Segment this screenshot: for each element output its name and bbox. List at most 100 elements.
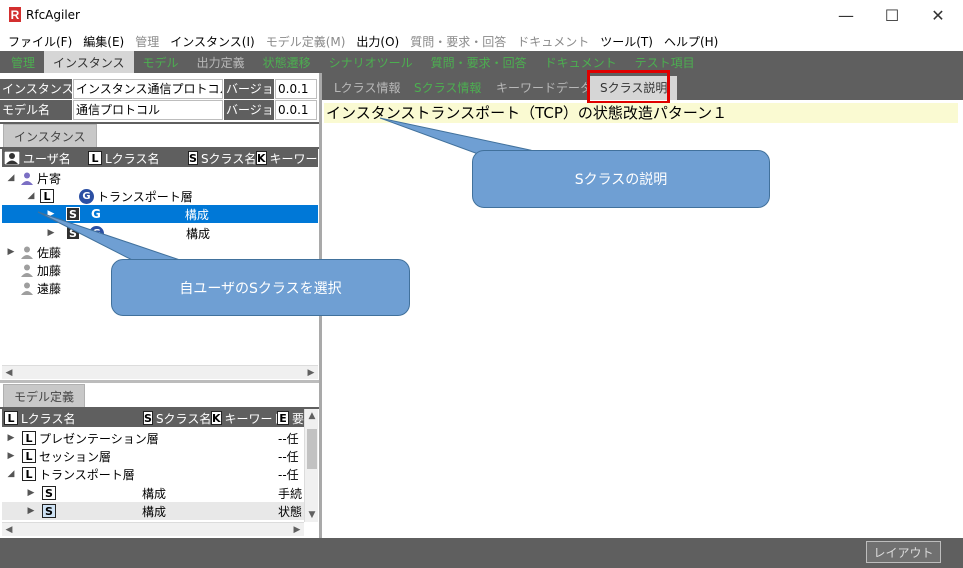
chevron-right-icon[interactable]: ▶ [46, 209, 56, 219]
model-row-value: --任 [278, 467, 299, 482]
column-user-name-label: ユーザ名 [23, 151, 71, 166]
menu-bar: ファイル(F) 編集(E) 管理 インスタンス(I) モデル定義(M) 出力(O… [0, 31, 963, 51]
model-column-summary[interactable]: E 要 [277, 410, 304, 427]
tree-l-class-transport[interactable]: ◢ L G トランスポート層 [2, 187, 318, 205]
model-row-value: --任 [278, 431, 299, 446]
chevron-right-icon[interactable]: ▶ [46, 228, 56, 238]
tab-model-definition[interactable]: モデル定義 [3, 384, 86, 408]
user-name: 加藤 [37, 263, 62, 278]
scroll-up-icon[interactable]: ▲ [305, 409, 319, 423]
column-l-class[interactable]: L Lクラス名 [88, 150, 188, 167]
model-horizontal-scrollbar[interactable]: ◀ ▶ [2, 522, 304, 536]
scroll-right-icon[interactable]: ▶ [304, 366, 318, 380]
callout-select-own-s-class: 自ユーザのSクラスを選択 [111, 259, 410, 316]
tree-s-class-selected[interactable]: ▶ S G 構成 [2, 205, 318, 223]
instance-name-field[interactable]: インスタンス通信プロトコル [73, 79, 223, 99]
model-column-s-class-label: Sクラス名 [155, 411, 212, 426]
chevron-right-icon[interactable]: ▶ [6, 433, 16, 443]
menu-documents[interactable]: ドキュメント [517, 33, 589, 50]
model-row-config-1[interactable]: ▶ S 構成 手続 [2, 484, 304, 502]
model-column-keyword-label: キーワード [224, 411, 285, 426]
menu-file[interactable]: ファイル(F) [8, 33, 72, 50]
column-user-name[interactable]: ユーザ名 [2, 150, 88, 167]
scroll-left-icon[interactable]: ◀ [2, 366, 16, 380]
scroll-down-icon[interactable]: ▼ [305, 508, 319, 522]
tab-instance[interactable]: インスタンス [44, 51, 134, 73]
model-row-value: 状態 [278, 504, 303, 519]
tab-questions[interactable]: 質問・要求・回答 [422, 51, 536, 73]
minimize-button[interactable]: — [823, 0, 869, 31]
chevron-down-icon[interactable]: ◢ [6, 173, 16, 183]
tab-keyword-data[interactable]: キーワードデータ [486, 76, 602, 100]
user-badge-icon [4, 151, 20, 165]
maximize-button[interactable]: ☐ [869, 0, 915, 31]
tab-output-definition[interactable]: 出力定義 [188, 51, 254, 73]
tree-user-katayose[interactable]: ◢ 片寄 [2, 169, 318, 187]
callout-s-class-description: Sクラスの説明 [472, 150, 770, 208]
app-logo-icon: R [9, 7, 21, 22]
model-column-keyword[interactable]: K キーワード [211, 410, 285, 427]
menu-tools[interactable]: ツール(T) [600, 33, 653, 50]
model-version-label: バージョン [224, 100, 274, 120]
menu-edit[interactable]: 編集(E) [83, 33, 124, 50]
tab-l-class-info[interactable]: Lクラス情報 [324, 76, 410, 100]
chevron-right-icon[interactable]: ▶ [26, 488, 36, 498]
chevron-right-icon[interactable]: ▶ [26, 506, 36, 516]
tab-instance-panel[interactable]: インスタンス [3, 124, 97, 148]
model-column-summary-label: 要 [291, 411, 304, 426]
chevron-right-icon[interactable]: ▶ [6, 247, 16, 257]
user-icon [21, 172, 33, 185]
user-name: 遠藤 [37, 281, 62, 296]
g-badge-label: G [91, 207, 101, 221]
scrollbar-thumb[interactable] [307, 429, 317, 469]
chevron-right-icon[interactable]: ▶ [6, 451, 16, 461]
menu-admin[interactable]: 管理 [135, 33, 159, 50]
instance-version-field[interactable]: 0.0.1 [275, 79, 317, 99]
model-row-config-2[interactable]: ▶ S 構成 状態 [2, 502, 304, 520]
column-s-class[interactable]: S Sクラス名 [188, 150, 256, 167]
tab-s-class-info[interactable]: Sクラス情報 [404, 76, 491, 100]
s-class-name: 構成 [184, 207, 209, 222]
model-row-label: トランスポート層 [39, 467, 135, 482]
tab-admin[interactable]: 管理 [2, 51, 44, 73]
instance-horizontal-scrollbar[interactable]: ◀ ▶ [2, 365, 318, 379]
chevron-down-icon[interactable]: ◢ [6, 469, 16, 479]
menu-questions[interactable]: 質問・要求・回答 [410, 33, 506, 50]
scroll-left-icon[interactable]: ◀ [2, 523, 16, 537]
model-name-field[interactable]: 通信プロトコル [73, 100, 223, 120]
chevron-down-icon[interactable]: ◢ [26, 191, 36, 201]
tab-scenario-tool[interactable]: シナリオツール [320, 51, 422, 73]
instance-name-row: インスタンス名 インスタンス通信プロトコル バージョン 0.0.1 [0, 79, 320, 99]
model-row-label: 構成 [142, 504, 167, 519]
model-tree: ▶ L プレゼンテーション層 --任 ▶ L セッション層 --任 ◢ L トラ… [2, 427, 304, 522]
model-vertical-scrollbar[interactable]: ▲ ▼ [304, 409, 318, 522]
model-column-l-class[interactable]: L Lクラス名 [2, 410, 143, 427]
close-icon: ✕ [931, 6, 945, 25]
model-row-session[interactable]: ▶ L セッション層 --任 [2, 447, 304, 465]
menu-model-definition[interactable]: モデル定義(M) [266, 33, 346, 50]
close-button[interactable]: ✕ [915, 0, 961, 31]
model-version-field[interactable]: 0.0.1 [275, 100, 317, 120]
menu-output[interactable]: 出力(O) [356, 33, 399, 50]
model-column-s-class[interactable]: S Sクラス名 [143, 410, 211, 427]
model-row-transport[interactable]: ◢ L トランスポート層 --任 [2, 465, 304, 483]
g-badge-icon: G [89, 225, 104, 241]
l-badge-icon: L [40, 189, 54, 203]
user-name: 片寄 [37, 171, 62, 186]
layout-button[interactable]: レイアウト [866, 541, 941, 563]
model-row-presentation[interactable]: ▶ L プレゼンテーション層 --任 [2, 429, 304, 447]
instance-name-label: インスタンス名 [0, 79, 72, 99]
menu-instance[interactable]: インスタンス(I) [170, 33, 254, 50]
l-badge-icon: L [22, 431, 36, 445]
tab-state-transition[interactable]: 状態遷移 [254, 51, 320, 73]
tab-model[interactable]: モデル [134, 51, 188, 73]
left-splitter[interactable] [0, 380, 320, 383]
tree-s-class[interactable]: ▶ S G 構成 [2, 224, 318, 242]
model-column-l-class-label: Lクラス名 [21, 411, 76, 426]
model-row-label: プレゼンテーション層 [39, 431, 159, 446]
column-keyword[interactable]: K キーワード [256, 150, 318, 167]
model-row-label: セッション層 [39, 449, 112, 464]
l-badge-icon: L [88, 151, 102, 165]
menu-help[interactable]: ヘルプ(H) [664, 33, 718, 50]
scroll-right-icon[interactable]: ▶ [290, 523, 304, 537]
